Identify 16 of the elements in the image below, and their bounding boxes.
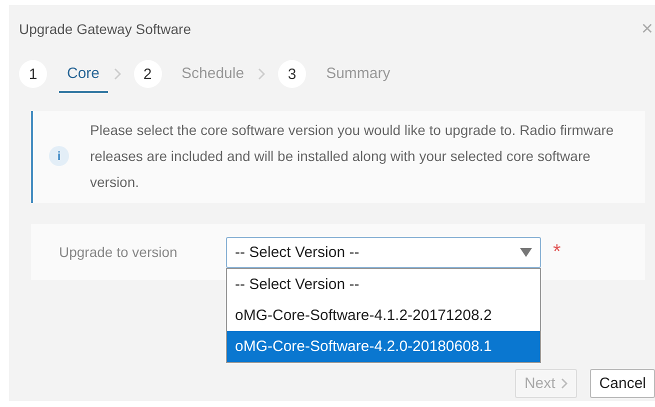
field-label: Upgrade to version: [59, 244, 178, 260]
step-number: 3: [278, 60, 306, 88]
version-select[interactable]: -- Select Version --: [226, 236, 541, 268]
info-icon: i: [49, 146, 69, 166]
caret-icon: [520, 248, 532, 256]
step-number: 1: [19, 60, 47, 88]
chevron-icon: [561, 378, 568, 389]
chevron-icon: [114, 68, 122, 80]
chevron-icon: [258, 68, 266, 80]
step-tab[interactable]: Core: [59, 55, 108, 93]
window-title: Upgrade Gateway Software: [19, 21, 191, 37]
dropdown-option[interactable]: oMG-Core-Software-4.2.0-20180608.1: [227, 330, 540, 362]
info-text: Please select the core software version you would like to upgrade to. Radio firmware releases are included and will be installed along with your selected core software version.: [90, 121, 615, 192]
required-mark: *: [553, 240, 561, 264]
step-number: 2: [134, 60, 162, 88]
cancel-button[interactable]: Cancel: [590, 369, 655, 398]
